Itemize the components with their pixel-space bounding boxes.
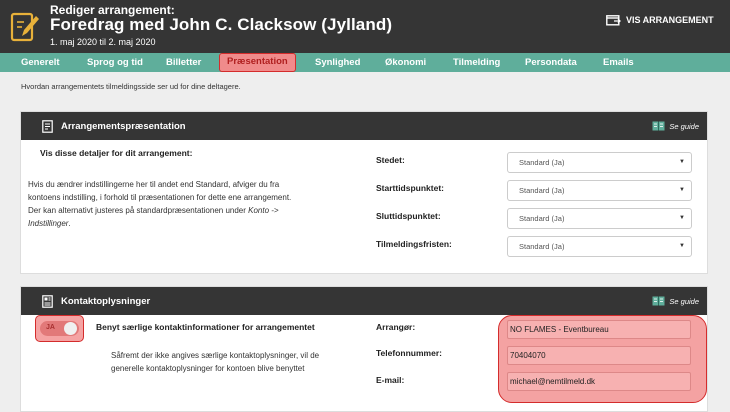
view-event-label: VIS ARRANGEMENT — [626, 15, 714, 25]
select-stedet[interactable]: Standard (Ja) ▼ — [507, 152, 692, 173]
toggle-label: JA — [46, 324, 55, 331]
field-label-sluttidspunktet: Sluttidspunktet: — [376, 211, 441, 221]
tab-persondata[interactable]: Persondata — [525, 53, 577, 72]
presentation-guide-link[interactable]: Se guide — [652, 121, 699, 131]
contact-guide-link[interactable]: Se guide — [652, 296, 699, 306]
intro-text: Hvordan arrangementets tilmeldingsside s… — [21, 82, 241, 91]
guide-book-icon — [652, 296, 665, 306]
settings-link[interactable]: Indstillinger — [28, 219, 68, 228]
tab-okonomi[interactable]: Økonomi — [385, 53, 426, 72]
organizer-input[interactable]: NO FLAMES - Eventbureau — [507, 320, 691, 339]
contact-lead: Benyt særlige kontaktinformationer for a… — [96, 322, 315, 332]
tab-tilmelding[interactable]: Tilmelding — [453, 53, 500, 72]
presentation-description: Hvis du ændrer indstillingerne her til a… — [28, 180, 292, 228]
field-label-arrangor: Arrangør: — [376, 322, 416, 332]
external-view-icon — [606, 14, 621, 26]
toggle-knob — [64, 322, 77, 335]
email-input[interactable]: michael@nemtilmeld.dk — [507, 372, 691, 391]
view-event-button[interactable]: VIS ARRANGEMENT — [606, 13, 714, 27]
page-header: Rediger arrangement: Foredrag med John C… — [0, 0, 730, 53]
field-label-starttidspunktet: Starttidspunktet: — [376, 183, 444, 193]
presentation-panel-header: Arrangementspræsentation Se guide — [21, 112, 707, 140]
tab-generelt[interactable]: Generelt — [21, 53, 60, 72]
select-starttidspunktet[interactable]: Standard (Ja) ▼ — [507, 180, 692, 201]
field-label-stedet: Stedet: — [376, 155, 405, 165]
tab-billetter[interactable]: Billetter — [166, 53, 201, 72]
dropdown-caret-icon: ▼ — [679, 243, 685, 249]
dropdown-caret-icon: ▼ — [679, 215, 685, 221]
field-label-telefonnummer: Telefonnummer: — [376, 348, 442, 358]
guide-book-icon — [652, 121, 665, 131]
select-tilmeldingsfristen[interactable]: Standard (Ja) ▼ — [507, 236, 692, 257]
document-icon — [42, 119, 53, 133]
field-label-tilmeldingsfristen: Tilmeldingsfristen: — [376, 239, 452, 249]
field-label-email: E-mail: — [376, 375, 405, 385]
dropdown-caret-icon: ▼ — [679, 159, 685, 165]
account-link[interactable]: Konto -> — [248, 206, 278, 215]
tab-emails[interactable]: Emails — [603, 53, 634, 72]
contact-card-icon — [42, 294, 53, 308]
event-title: Foredrag med John C. Clacksow (Jylland) — [50, 15, 393, 34]
guide-label: Se guide — [669, 121, 699, 131]
guide-label: Se guide — [669, 296, 699, 306]
contact-description: Såfremt der ikke angives særlige kontakt… — [111, 351, 320, 373]
contact-panel-title: Kontaktoplysninger — [61, 295, 151, 307]
presentation-lead: Vis disse detaljer for dit arrangement: — [40, 148, 193, 158]
select-sluttidspunktet[interactable]: Standard (Ja) ▼ — [507, 208, 692, 229]
contact-panel-header: Kontaktoplysninger Se guide — [21, 287, 707, 315]
dropdown-caret-icon: ▼ — [679, 187, 685, 193]
presentation-panel: Arrangementspræsentation Se guide Vis di… — [20, 111, 708, 274]
edit-document-icon — [10, 12, 39, 42]
tab-bar: Generelt Sprog og tid Billetter Præsenta… — [0, 53, 730, 72]
contact-panel: Kontaktoplysninger Se guide JA Benyt sær… — [20, 286, 708, 412]
presentation-panel-title: Arrangementspræsentation — [61, 120, 186, 132]
tab-synlighed[interactable]: Synlighed — [315, 53, 360, 72]
event-dates: 1. maj 2020 til 2. maj 2020 — [50, 37, 156, 47]
toggle-highlight: JA — [35, 315, 84, 342]
tab-sprog-og-tid[interactable]: Sprog og tid — [87, 53, 143, 72]
custom-contact-toggle[interactable]: JA — [40, 321, 79, 336]
phone-input[interactable]: 70404070 — [507, 346, 691, 365]
tab-praesentation[interactable]: Præsentation — [219, 53, 296, 72]
